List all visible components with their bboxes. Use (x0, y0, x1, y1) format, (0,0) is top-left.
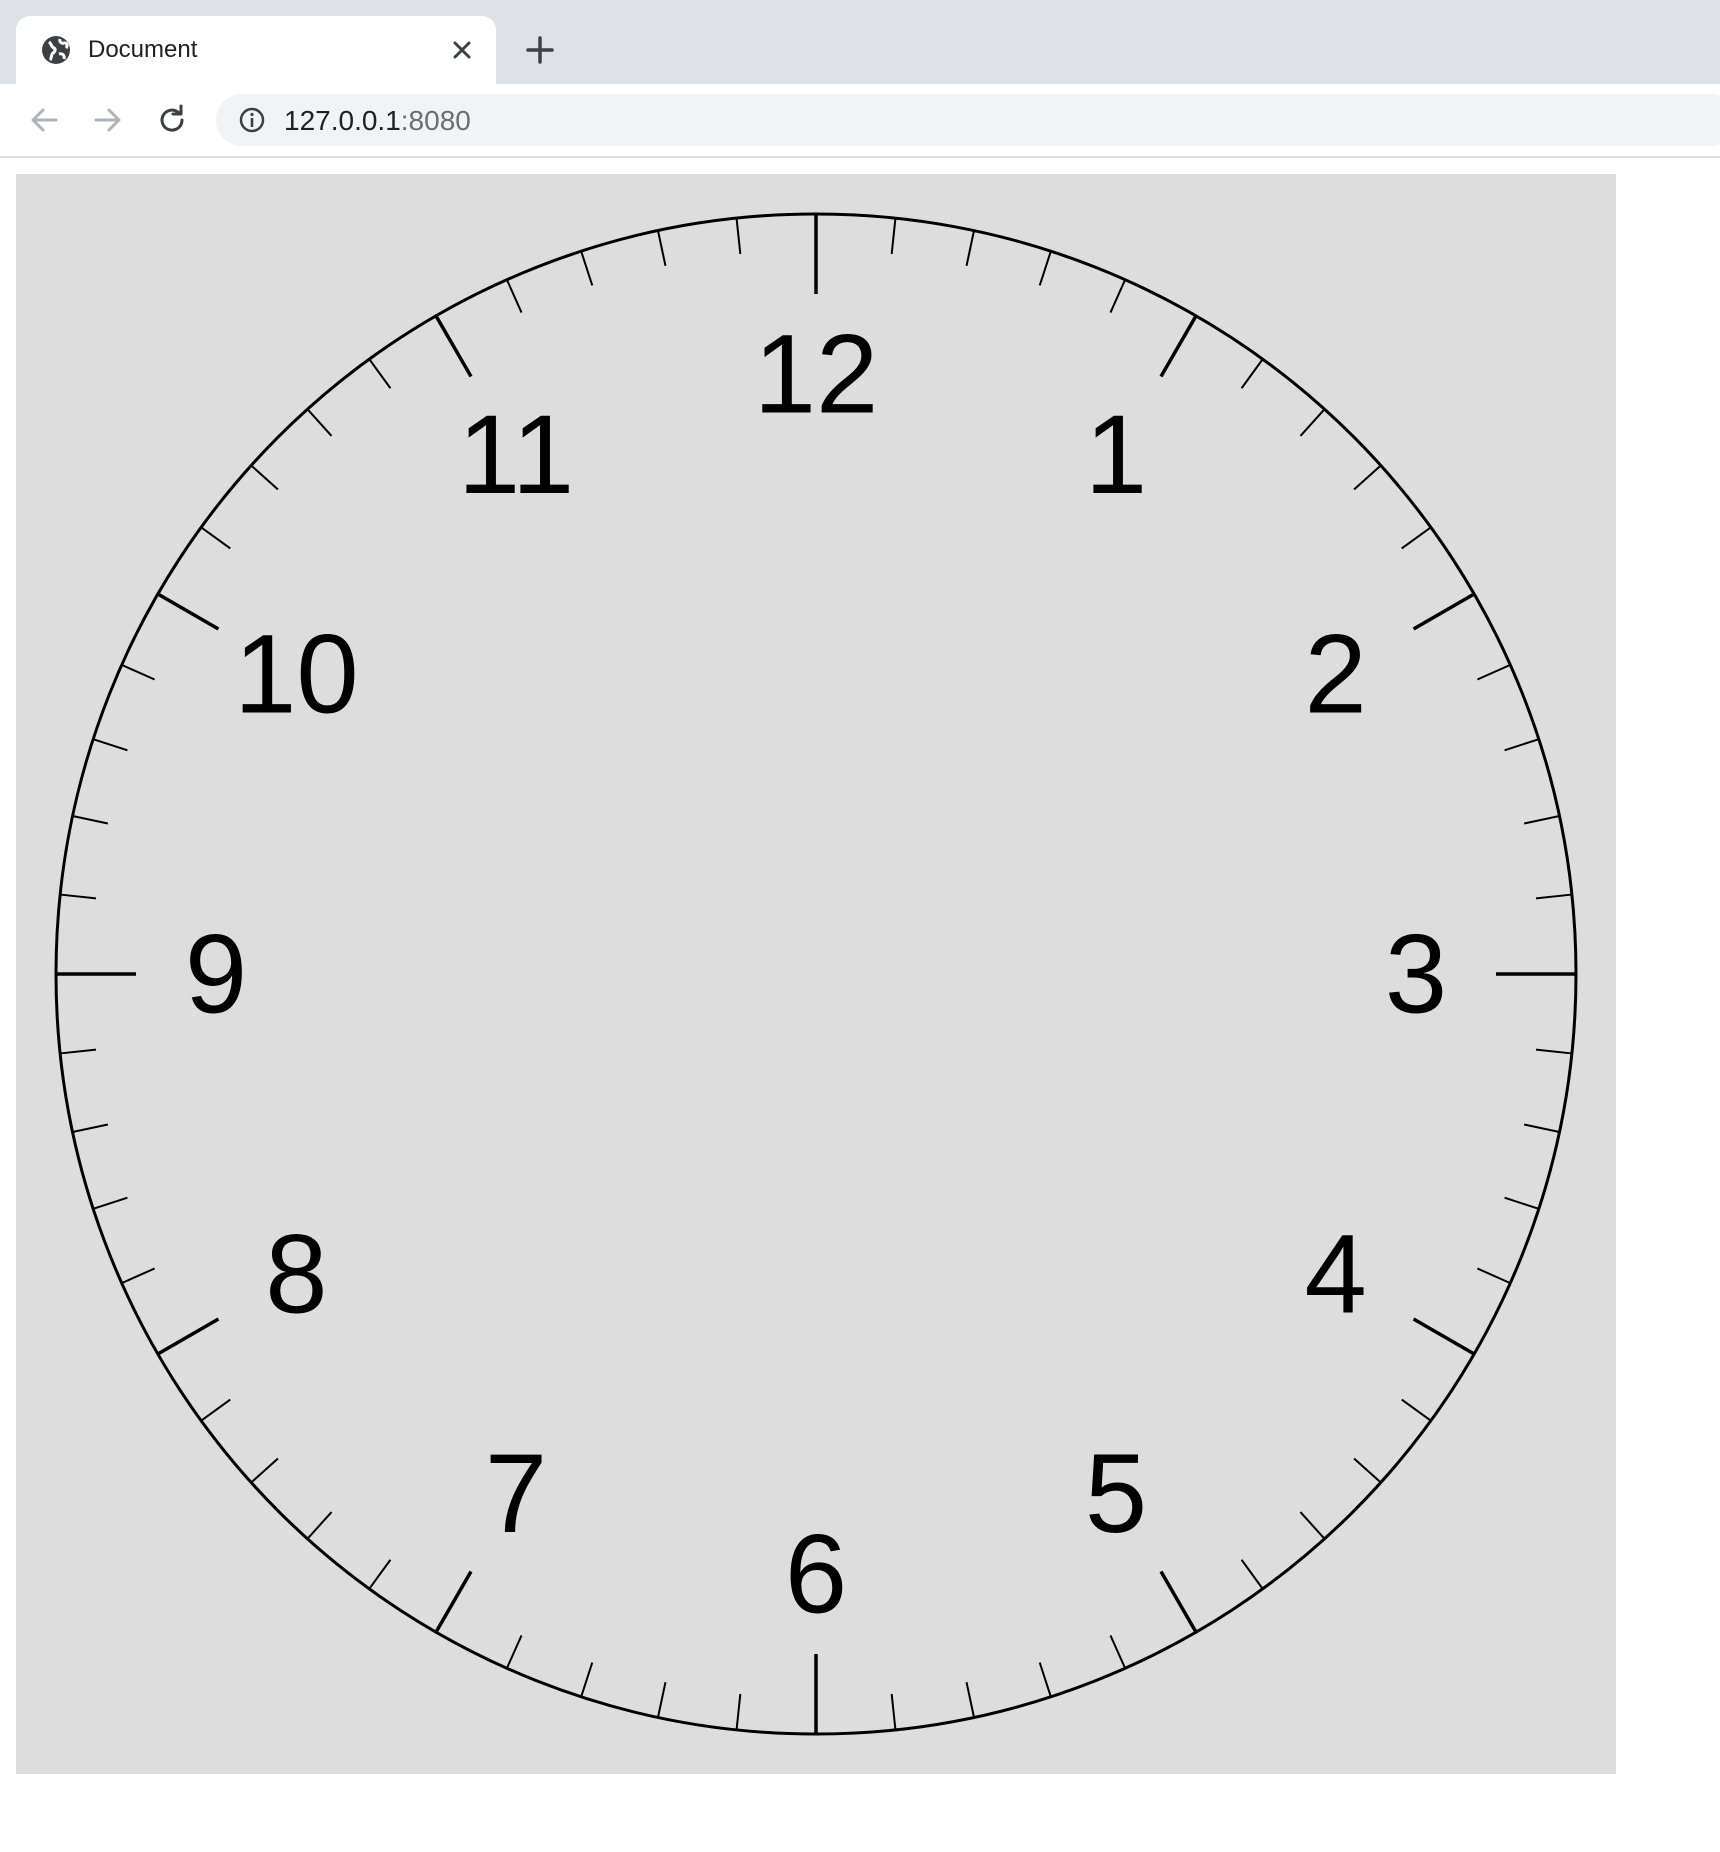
minute-tick (200, 1398, 231, 1422)
hour-numeral: 4 (1304, 1212, 1366, 1337)
minute-tick (735, 218, 742, 255)
hour-tick (434, 314, 473, 378)
minute-tick (200, 526, 231, 550)
hour-tick (156, 1317, 220, 1356)
minute-tick (505, 1635, 523, 1669)
hour-tick (434, 1570, 473, 1634)
minute-tick (735, 1693, 742, 1730)
minute-tick (1504, 738, 1540, 752)
forward-arrow-icon[interactable] (90, 102, 126, 138)
reload-icon[interactable] (154, 102, 190, 138)
minute-tick (1535, 893, 1572, 900)
minute-tick (250, 464, 279, 491)
minute-tick (890, 1693, 897, 1730)
minute-tick (1477, 663, 1511, 681)
minute-tick (1240, 358, 1264, 389)
minute-tick (92, 1196, 128, 1210)
minute-tick (1477, 1267, 1511, 1285)
url-text[interactable]: 127.0.0.1:8080 (284, 106, 471, 136)
address-bar[interactable]: 127.0.0.1:8080 (216, 94, 1720, 146)
minute-tick (306, 408, 333, 437)
hour-tick (1159, 1570, 1198, 1634)
minute-tick (1523, 815, 1560, 825)
hour-numeral: 1 (1085, 392, 1147, 517)
tab-document[interactable]: Document (16, 16, 496, 84)
minute-tick (1401, 526, 1432, 550)
minute-tick (1353, 464, 1382, 491)
hour-numeral: 12 (754, 312, 879, 437)
minute-tick (121, 1267, 155, 1285)
hour-numeral: 2 (1304, 612, 1366, 737)
hour-tick (1159, 314, 1198, 378)
minute-tick (1401, 1398, 1432, 1422)
minute-tick (121, 663, 155, 681)
minute-tick (306, 1511, 333, 1540)
clock-rim (54, 212, 1578, 1736)
minute-tick (505, 279, 523, 313)
minute-tick (890, 218, 897, 255)
hour-numeral: 6 (785, 1512, 847, 1637)
minute-tick (965, 230, 975, 267)
minute-tick (1504, 1196, 1540, 1210)
minute-tick (72, 1123, 109, 1133)
minute-tick (1038, 250, 1052, 286)
clock-face: 12 1 2 3 4 5 6 7 8 9 10 11 (16, 174, 1616, 1774)
minute-tick (250, 1457, 279, 1484)
hour-numeral: 9 (185, 912, 247, 1037)
hour-numeral: 11 (458, 392, 574, 517)
minute-tick (1523, 1123, 1560, 1133)
minute-tick (92, 738, 128, 752)
minute-tick (368, 358, 392, 389)
hour-numeral: 3 (1385, 912, 1447, 1037)
minute-tick (368, 1559, 392, 1590)
info-icon[interactable] (238, 106, 266, 134)
tab-strip: Document (0, 0, 1720, 84)
minute-tick (60, 893, 97, 900)
minute-tick (965, 1681, 975, 1718)
hour-numeral: 8 (265, 1212, 327, 1337)
page-content: 12 1 2 3 4 5 6 7 8 9 10 11 (0, 158, 1720, 1852)
minute-tick (60, 1048, 97, 1055)
minute-tick (1535, 1048, 1572, 1055)
minute-tick (1353, 1457, 1382, 1484)
hour-numeral: 10 (234, 612, 359, 737)
minute-tick (580, 250, 594, 286)
minute-tick (657, 230, 667, 267)
globe-icon (42, 36, 70, 64)
minute-tick (1299, 408, 1326, 437)
hour-numeral: 5 (1085, 1431, 1147, 1556)
url-port: :8080 (400, 105, 471, 136)
minute-tick (1240, 1559, 1264, 1590)
minute-tick (1109, 1635, 1127, 1669)
tab-title: Document (88, 36, 198, 63)
back-arrow-icon[interactable] (26, 102, 62, 138)
hour-tick (156, 592, 220, 631)
minute-tick (72, 815, 109, 825)
minute-tick (580, 1662, 594, 1698)
plus-icon[interactable] (522, 32, 558, 68)
clock-dial: 121234567891011 (54, 212, 1578, 1736)
hour-numeral: 7 (485, 1431, 547, 1556)
hour-tick (1412, 1317, 1476, 1356)
minute-tick (1038, 1662, 1052, 1698)
minute-tick (1299, 1511, 1326, 1540)
hour-tick (1412, 592, 1476, 631)
minute-tick (657, 1681, 667, 1718)
browser-toolbar: 127.0.0.1:8080 (0, 84, 1720, 158)
url-host: 127.0.0.1 (284, 105, 401, 136)
close-icon[interactable] (448, 36, 476, 64)
minute-tick (1109, 279, 1127, 313)
